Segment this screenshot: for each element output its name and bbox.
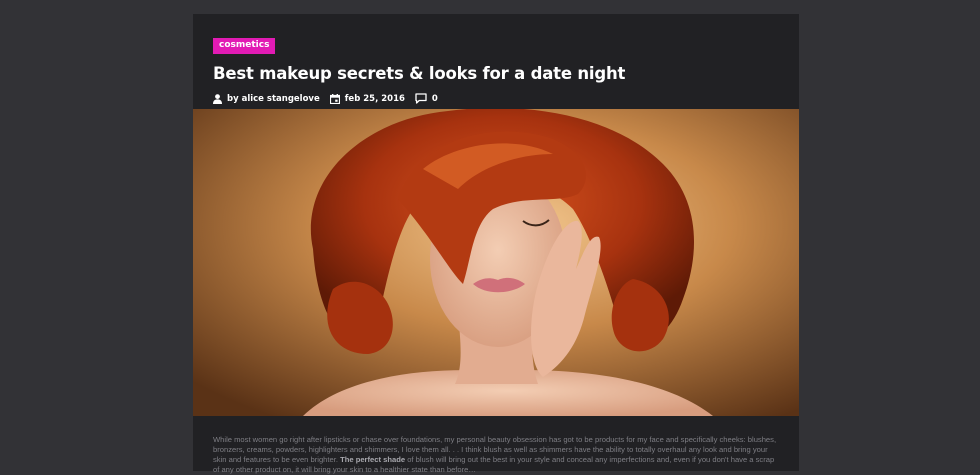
comments-meta: 0 <box>415 93 438 104</box>
hero-illustration <box>193 109 799 416</box>
author-meta: by alice stangelove <box>213 94 320 104</box>
post-card: cosmetics Best makeup secrets & looks fo… <box>193 14 799 474</box>
post-excerpt: While most women go right after lipstick… <box>213 435 781 475</box>
date-meta: feb 25, 2016 <box>329 93 405 104</box>
date-link[interactable]: feb 25, 2016 <box>345 94 405 104</box>
calendar-icon <box>329 93 340 104</box>
user-icon <box>213 93 222 104</box>
comment-icon <box>415 93 427 104</box>
excerpt-bold: The perfect shade <box>340 455 406 464</box>
comments-count[interactable]: 0 <box>432 94 438 104</box>
author-link[interactable]: by alice stangelove <box>227 94 320 104</box>
post-meta: by alice stangelove feb 25, 2016 0 <box>213 93 779 104</box>
hero-image[interactable] <box>193 109 799 416</box>
post-header: cosmetics Best makeup secrets & looks fo… <box>193 14 799 109</box>
category-badge[interactable]: cosmetics <box>213 38 276 54</box>
post-title[interactable]: Best makeup secrets & looks for a date n… <box>213 64 779 83</box>
